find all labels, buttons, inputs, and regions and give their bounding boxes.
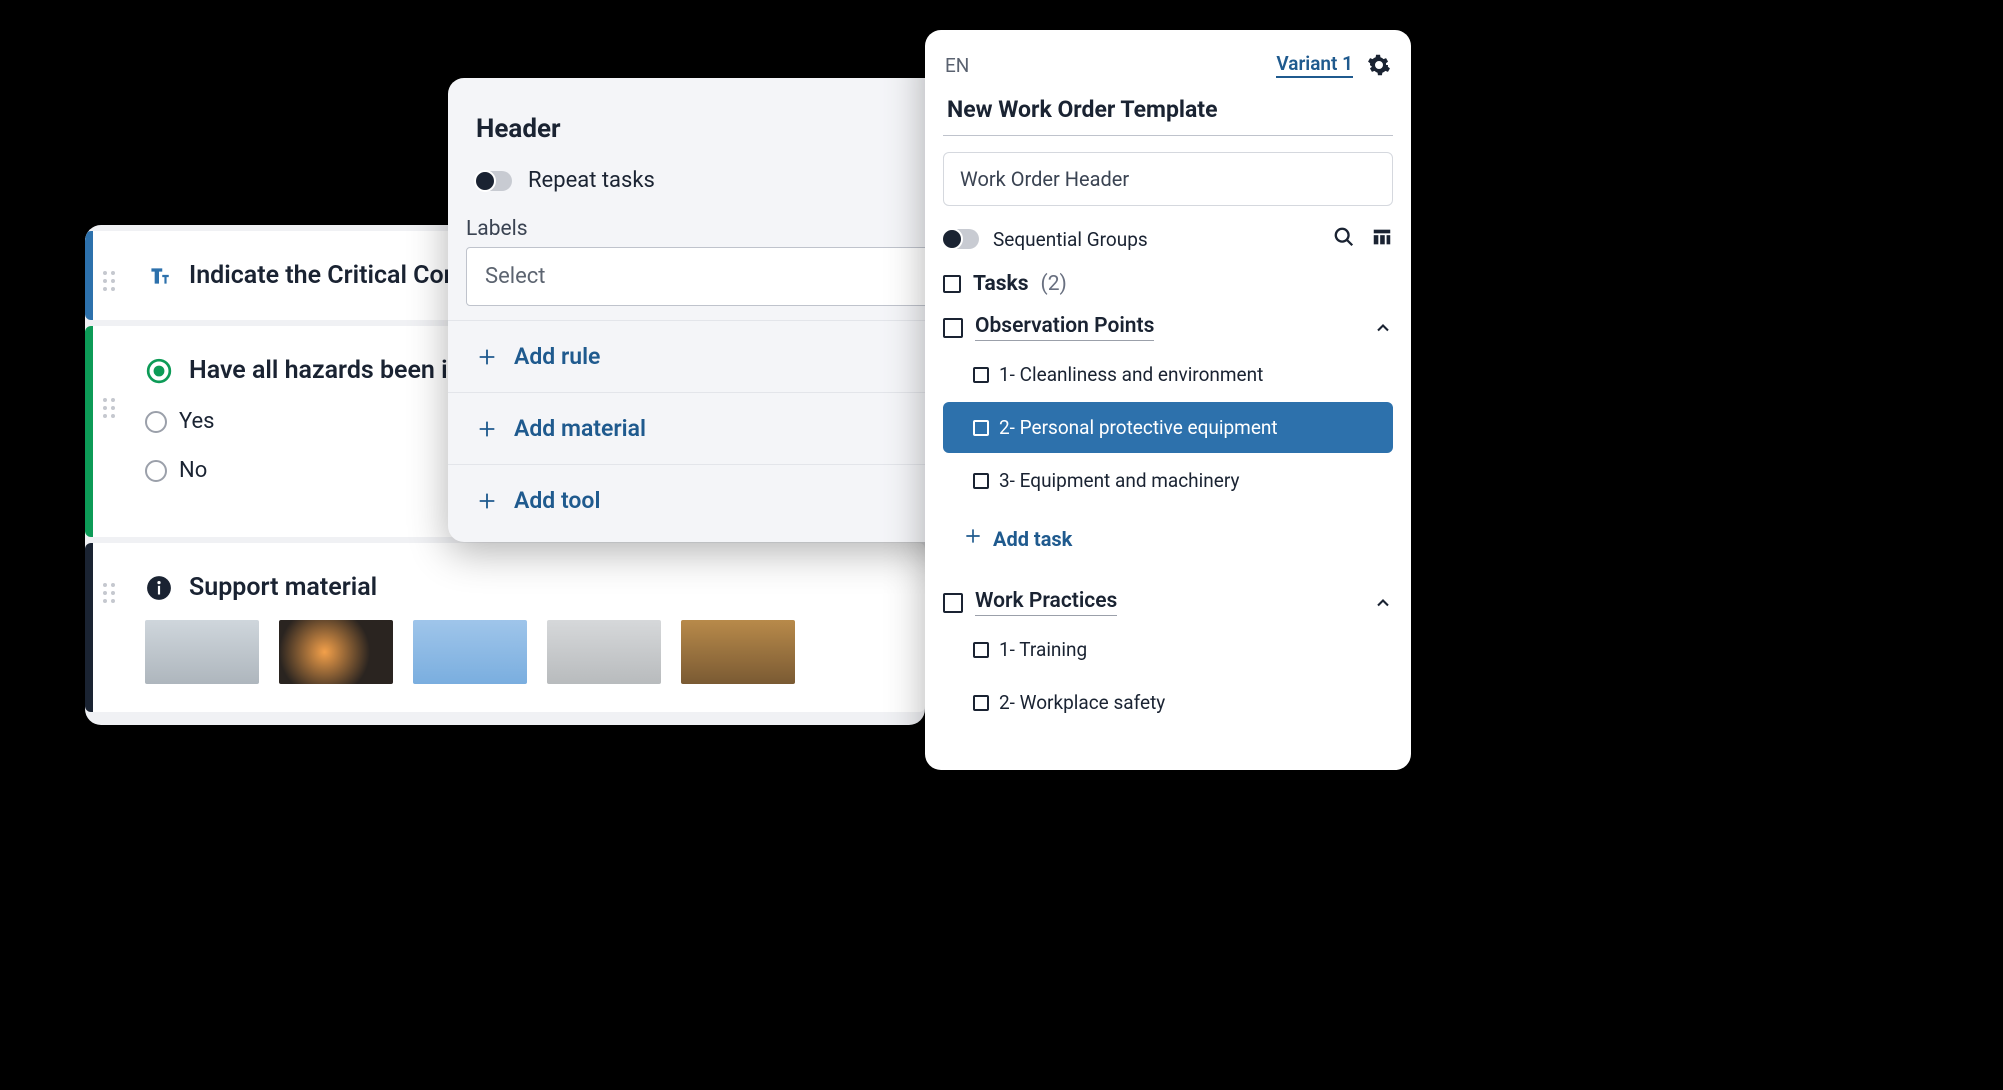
checkbox-icon[interactable]: [943, 593, 963, 613]
task-item[interactable]: 2- Personal protective equipment: [943, 402, 1393, 453]
tasks-count: (2): [1041, 272, 1067, 296]
add-task-button[interactable]: Add task: [943, 514, 1393, 563]
checkbox-icon[interactable]: [973, 695, 989, 711]
chevron-up-icon[interactable]: [1373, 318, 1393, 338]
task-item[interactable]: 1- Training: [943, 624, 1393, 675]
columns-icon[interactable]: [1371, 226, 1393, 252]
question-card[interactable]: Support material: [85, 543, 925, 712]
task-label: 2- Workplace safety: [999, 691, 1165, 714]
card-accent-bar: [85, 543, 93, 712]
toggle-switch[interactable]: [476, 171, 512, 191]
add-task-label: Add task: [993, 527, 1072, 551]
radio-label: Yes: [179, 409, 215, 434]
radio-label: No: [179, 458, 207, 483]
text-icon: [145, 262, 173, 290]
radio-icon: [145, 411, 167, 433]
task-label: 1- Cleanliness and environment: [999, 363, 1263, 386]
template-panel: EN Variant 1 New Work Order Template Wor…: [925, 30, 1411, 770]
add-material-label: Add material: [514, 415, 646, 442]
drag-handle-icon[interactable]: [101, 326, 121, 420]
toggle-label: Repeat tasks: [528, 168, 655, 193]
tasks-row[interactable]: Tasks (2): [943, 272, 1393, 296]
variant-link[interactable]: Variant 1: [1276, 52, 1353, 78]
checkbox-icon[interactable]: [943, 318, 963, 338]
question-title: Indicate the Critical Contro: [189, 261, 489, 290]
language-selector[interactable]: EN: [945, 54, 969, 77]
add-tool-label: Add tool: [514, 487, 600, 514]
add-rule-label: Add rule: [514, 343, 600, 370]
task-item[interactable]: 3- Equipment and machinery: [943, 455, 1393, 506]
task-item[interactable]: 2- Workplace safety: [943, 677, 1393, 728]
group-title: Work Practices: [975, 589, 1117, 616]
group-title: Observation Points: [975, 314, 1154, 341]
group-observation-points[interactable]: Observation Points: [943, 314, 1393, 341]
plus-icon: [476, 490, 498, 512]
task-label: 1- Training: [999, 638, 1087, 661]
plus-icon: [476, 346, 498, 368]
checkbox-icon[interactable]: [943, 275, 961, 293]
support-thumbnail[interactable]: [413, 620, 527, 684]
drag-handle-icon[interactable]: [101, 231, 121, 293]
card-accent-bar: [85, 326, 93, 537]
tasks-label: Tasks: [973, 272, 1029, 296]
support-thumbnail[interactable]: [279, 620, 393, 684]
card-accent-bar: [85, 231, 93, 320]
checkbox-icon[interactable]: [973, 367, 989, 383]
toggle-switch[interactable]: [943, 229, 979, 249]
radio-icon: [145, 460, 167, 482]
radio-selected-icon: [145, 357, 173, 385]
search-icon[interactable]: [1333, 226, 1355, 252]
info-icon: [145, 574, 173, 602]
task-label: 3- Equipment and machinery: [999, 469, 1239, 492]
support-thumbnail[interactable]: [681, 620, 795, 684]
checkbox-icon[interactable]: [973, 473, 989, 489]
checkbox-icon[interactable]: [973, 420, 989, 436]
gear-icon[interactable]: [1367, 53, 1391, 77]
question-title: Support material: [189, 573, 377, 602]
chevron-up-icon[interactable]: [1373, 593, 1393, 613]
question-title: Have all hazards been ider: [189, 356, 484, 385]
sequential-groups-toggle[interactable]: Sequential Groups: [943, 228, 1148, 251]
support-thumbnail[interactable]: [547, 620, 661, 684]
plus-icon: [476, 418, 498, 440]
group-work-practices[interactable]: Work Practices: [943, 589, 1393, 616]
checkbox-icon[interactable]: [973, 642, 989, 658]
plus-icon: [963, 526, 983, 551]
support-thumbnail[interactable]: [145, 620, 259, 684]
task-label: 2- Personal protective equipment: [999, 416, 1278, 439]
task-item[interactable]: 1- Cleanliness and environment: [943, 349, 1393, 400]
work-order-header-input[interactable]: Work Order Header: [943, 152, 1393, 206]
drag-handle-icon[interactable]: [101, 543, 121, 605]
toggle-label: Sequential Groups: [993, 228, 1148, 251]
template-title: New Work Order Template: [943, 96, 1393, 136]
